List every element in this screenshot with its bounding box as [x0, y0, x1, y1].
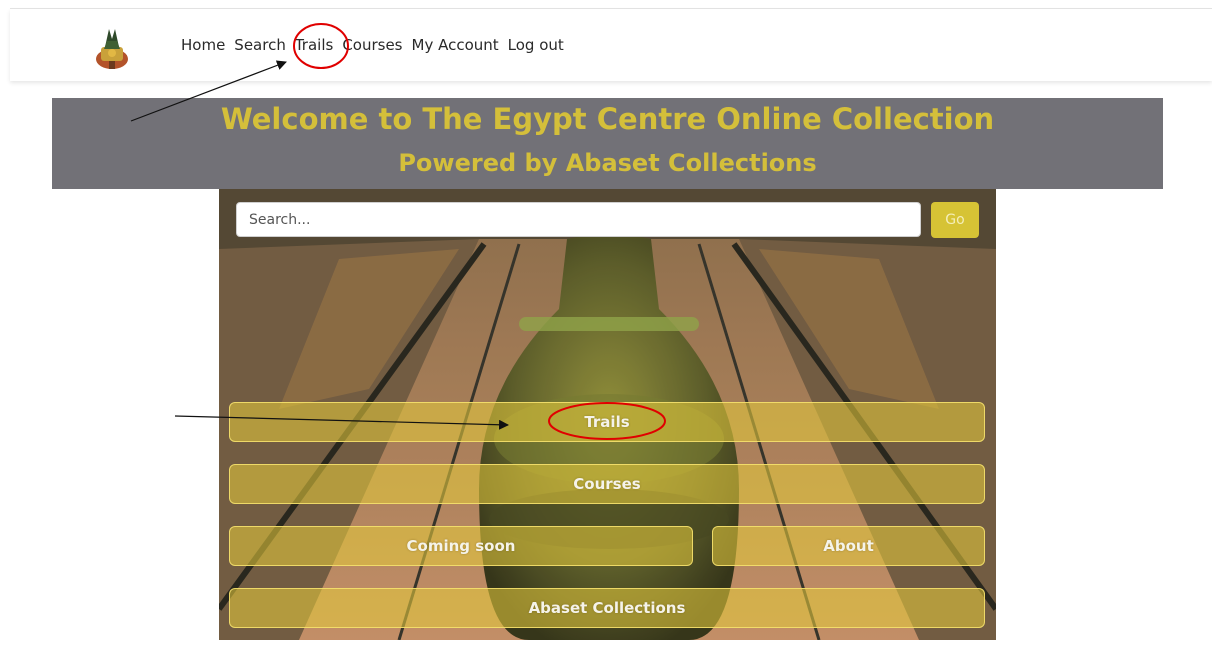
- nav-search[interactable]: Search: [234, 36, 286, 54]
- nav-home[interactable]: Home: [181, 36, 225, 54]
- trails-button[interactable]: Trails: [229, 402, 985, 442]
- search-input[interactable]: [236, 202, 921, 237]
- abaset-collections-button[interactable]: Abaset Collections: [229, 588, 985, 628]
- go-button[interactable]: Go: [931, 202, 979, 238]
- hero-section: Go Trails Courses Coming soon About Abas…: [219, 189, 996, 640]
- nav-courses[interactable]: Courses: [342, 36, 402, 54]
- main-nav: Home Search Trails Courses My Account Lo…: [181, 36, 564, 54]
- about-button[interactable]: About: [712, 526, 985, 566]
- courses-button[interactable]: Courses: [229, 464, 985, 504]
- anubis-logo-icon[interactable]: [87, 21, 137, 71]
- nav-my-account[interactable]: My Account: [412, 36, 499, 54]
- banner-subtitle: Powered by Abaset Collections: [398, 149, 817, 177]
- nav-trails[interactable]: Trails: [295, 36, 333, 54]
- coming-soon-button[interactable]: Coming soon: [229, 526, 693, 566]
- top-navbar: Home Search Trails Courses My Account Lo…: [10, 9, 1212, 81]
- banner-title: Welcome to The Egypt Centre Online Colle…: [220, 102, 995, 136]
- welcome-banner: Welcome to The Egypt Centre Online Colle…: [52, 98, 1163, 189]
- nav-log-out[interactable]: Log out: [508, 36, 564, 54]
